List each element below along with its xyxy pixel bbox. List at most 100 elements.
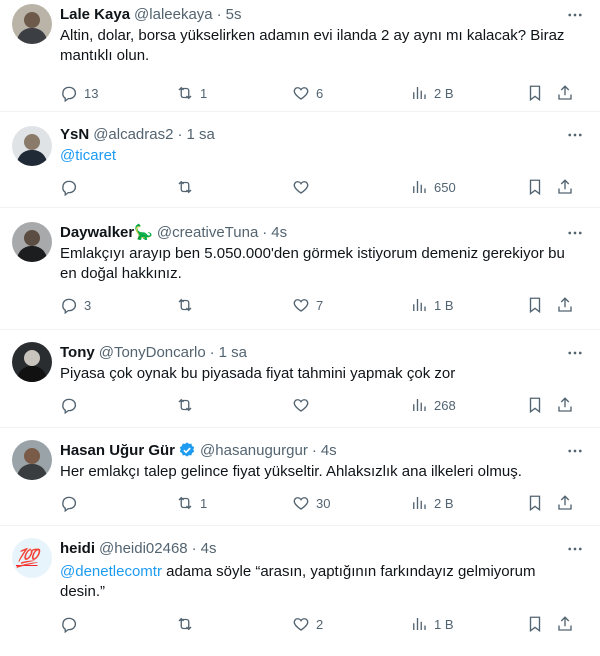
- user-handle[interactable]: @TonyDoncarlo: [99, 344, 206, 361]
- heart-icon: [293, 181, 309, 194]
- user-handle[interactable]: @alcadras2: [93, 126, 173, 143]
- tweet-text[interactable]: @ticaret: [60, 146, 584, 166]
- like-button[interactable]: [292, 177, 316, 197]
- bookmark-icon: [529, 297, 541, 314]
- tweet[interactable]: Hasan Uğur Gür @hasanugurgur · 4s Her em…: [0, 428, 600, 526]
- tweet[interactable]: Daywalker🦕 @creativeTuna · 4s Emlakçıyı …: [0, 208, 600, 330]
- bookmark-button[interactable]: [526, 177, 544, 197]
- action-bar: 2 1 B: [58, 614, 586, 634]
- bookmark-button[interactable]: [526, 493, 544, 513]
- like-count: 2: [316, 616, 324, 632]
- reply-button[interactable]: 3: [60, 295, 91, 315]
- more-icon[interactable]: [566, 6, 584, 24]
- retweet-button[interactable]: [176, 295, 200, 315]
- tweet-header: heidi @heidi02468 · 4s: [60, 538, 217, 558]
- retweet-icon: [178, 617, 192, 631]
- reply-icon: [62, 180, 77, 196]
- share-button[interactable]: [556, 177, 574, 197]
- views-button[interactable]: 268: [410, 395, 456, 415]
- user-handle[interactable]: @creativeTuna: [157, 224, 258, 241]
- tweet[interactable]: Tony @TonyDoncarlo · 1 sa Piyasa çok oyn…: [0, 330, 600, 428]
- like-button[interactable]: 6: [292, 83, 323, 103]
- separator: ·: [311, 441, 317, 459]
- display-name[interactable]: Lale Kaya: [60, 6, 130, 23]
- bookmark-icon: [529, 616, 541, 633]
- bookmark-button[interactable]: [526, 83, 544, 103]
- timestamp[interactable]: 4s: [321, 442, 337, 459]
- share-button[interactable]: [556, 395, 574, 415]
- reply-button[interactable]: [60, 395, 84, 415]
- tweet[interactable]: YsN @alcadras2 · 1 sa @ticaret 650: [0, 112, 600, 208]
- views-button[interactable]: 1 B: [410, 295, 454, 315]
- timestamp[interactable]: 1 sa: [186, 126, 214, 143]
- bookmark-button[interactable]: [526, 295, 544, 315]
- reply-button[interactable]: [60, 493, 84, 513]
- like-button[interactable]: 2: [292, 614, 323, 634]
- retweet-count: 1: [200, 495, 208, 511]
- views-icon: [413, 618, 426, 630]
- retweet-icon: [178, 86, 192, 100]
- like-button[interactable]: 7: [292, 295, 323, 315]
- retweet-button[interactable]: 1: [176, 83, 207, 103]
- user-handle[interactable]: @laleekaya: [134, 6, 213, 23]
- reply-button[interactable]: [60, 614, 84, 634]
- like-button[interactable]: [292, 395, 316, 415]
- views-icon: [413, 399, 426, 411]
- mention-link[interactable]: @denetlecomtr: [60, 563, 162, 580]
- share-button[interactable]: [556, 295, 574, 315]
- share-button[interactable]: [556, 83, 574, 103]
- timestamp[interactable]: 4s: [201, 540, 217, 557]
- timestamp[interactable]: 5s: [226, 6, 242, 23]
- avatar[interactable]: [12, 342, 52, 382]
- retweet-button[interactable]: [176, 395, 200, 415]
- heart-icon: [293, 618, 309, 631]
- display-name[interactable]: Hasan Uğur Gür: [60, 442, 175, 459]
- tweet[interactable]: 💯 heidi @heidi02468 · 4s @denetlecomtr a…: [0, 526, 600, 656]
- share-button[interactable]: [556, 614, 574, 634]
- action-bar: 3 7 1 B: [58, 295, 586, 315]
- tweet-header: Daywalker🦕 @creativeTuna · 4s: [60, 222, 287, 242]
- retweet-button[interactable]: [176, 177, 200, 197]
- like-button[interactable]: 30: [292, 493, 330, 513]
- avatar[interactable]: [12, 4, 52, 44]
- share-button[interactable]: [556, 493, 574, 513]
- user-handle[interactable]: @heidi02468: [99, 540, 188, 557]
- view-count: 1 B: [434, 297, 454, 313]
- separator: ·: [191, 539, 197, 557]
- view-count: 1 B: [434, 616, 454, 632]
- more-icon[interactable]: [566, 442, 584, 460]
- timestamp[interactable]: 4s: [271, 224, 287, 241]
- bookmark-icon: [529, 397, 541, 414]
- reply-button[interactable]: [60, 177, 84, 197]
- views-button[interactable]: 2 B: [410, 83, 454, 103]
- display-name[interactable]: YsN: [60, 126, 89, 143]
- bookmark-button[interactable]: [526, 395, 544, 415]
- reply-icon: [62, 617, 77, 633]
- more-icon[interactable]: [566, 344, 584, 362]
- views-button[interactable]: 2 B: [410, 493, 454, 513]
- reply-icon: [62, 86, 77, 102]
- retweet-button[interactable]: [176, 614, 200, 634]
- share-icon: [558, 85, 572, 100]
- avatar[interactable]: [12, 222, 52, 262]
- more-icon[interactable]: [566, 126, 584, 144]
- user-handle[interactable]: @hasanugurgur: [200, 442, 308, 459]
- display-name[interactable]: Daywalker🦕: [60, 223, 153, 241]
- avatar[interactable]: [12, 126, 52, 166]
- bookmark-button[interactable]: [526, 614, 544, 634]
- display-name[interactable]: heidi: [60, 540, 95, 557]
- tweet[interactable]: Lale Kaya @laleekaya · 5s Altin, dolar, …: [0, 0, 600, 112]
- separator: ·: [216, 5, 222, 23]
- avatar[interactable]: [12, 440, 52, 480]
- more-icon[interactable]: [566, 540, 584, 558]
- reply-button[interactable]: 13: [60, 83, 98, 103]
- views-button[interactable]: 650: [410, 177, 456, 197]
- avatar[interactable]: 💯: [12, 538, 52, 578]
- more-icon[interactable]: [566, 224, 584, 242]
- bookmark-icon: [529, 495, 541, 512]
- heart-icon: [293, 497, 309, 510]
- views-button[interactable]: 1 B: [410, 614, 454, 634]
- timestamp[interactable]: 1 sa: [219, 344, 247, 361]
- retweet-button[interactable]: 1: [176, 493, 207, 513]
- display-name[interactable]: Tony: [60, 344, 95, 361]
